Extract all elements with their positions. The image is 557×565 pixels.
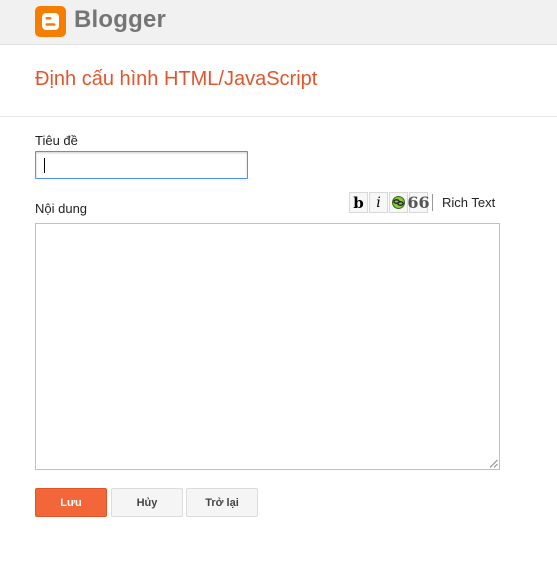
back-button[interactable]: Trở lại (186, 488, 258, 517)
quote-button[interactable]: 66 (407, 192, 430, 213)
page-title: Định cấu hình HTML/JavaScript (35, 68, 318, 90)
content-label: Nội dung (35, 201, 88, 216)
divider (0, 116, 557, 117)
title-input[interactable] (35, 151, 248, 179)
quote-icon: 66 (407, 193, 430, 212)
resize-handle-icon[interactable] (489, 459, 498, 468)
bold-button[interactable]: b (349, 192, 368, 213)
cancel-button[interactable]: Hủy (111, 488, 183, 517)
bold-icon: b (353, 193, 364, 212)
blogger-logo-icon[interactable] (35, 6, 66, 37)
content-textarea[interactable] (35, 223, 500, 470)
save-button[interactable]: Lưu (35, 488, 107, 517)
title-label: Tiêu đề (35, 133, 78, 148)
italic-button[interactable]: i (369, 192, 388, 213)
text-cursor (44, 158, 45, 173)
italic-icon: i (376, 194, 381, 211)
link-icon (392, 196, 405, 209)
link-button[interactable] (389, 192, 408, 213)
rich-text-link[interactable]: Rich Text (442, 195, 495, 210)
toolbar-divider (432, 194, 433, 211)
brand-name[interactable]: Blogger (74, 6, 166, 34)
top-bar: Blogger (0, 0, 557, 45)
